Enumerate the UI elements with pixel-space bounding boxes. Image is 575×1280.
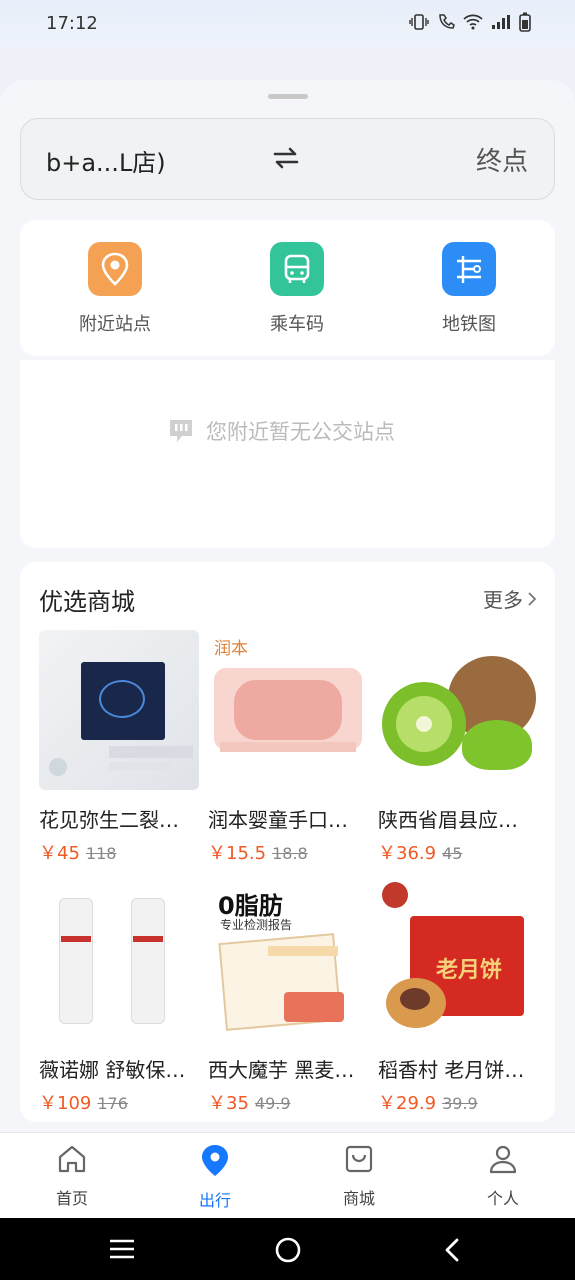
bus-icon: [270, 242, 324, 296]
quick-label: 附近站点: [79, 314, 151, 335]
product-price-row: ￥45 118: [39, 839, 199, 865]
product-original-price: 176: [97, 1094, 128, 1113]
tab-home[interactable]: 首页: [27, 1143, 117, 1209]
product-image[interactable]: 老月饼: [378, 880, 538, 1040]
location-pin-icon: [202, 1145, 228, 1176]
quick-actions-card: 附近站点 乘车码 地铁图: [20, 220, 555, 356]
product-card[interactable]: 薇诺娜 舒敏保湿特护霜 ￥109 176: [39, 880, 199, 1115]
quick-metro-map[interactable]: 地铁图: [409, 242, 529, 336]
product-price: ￥109: [39, 1093, 92, 1114]
product-name: 陕西省眉县应季猕猴桃: [378, 808, 534, 832]
product-price: ￥45: [39, 843, 80, 864]
metro-map-icon: [442, 242, 496, 296]
quick-nearby-stops[interactable]: 附近站点: [55, 242, 175, 336]
product-price: ￥36.9: [378, 843, 437, 864]
route-origin[interactable]: b+a...L店): [46, 143, 166, 178]
person-icon: [489, 1145, 517, 1174]
quick-label: 地铁图: [442, 314, 496, 335]
product-card[interactable]: 陕西省眉县应季猕猴桃 ￥36.9 45: [378, 630, 538, 865]
swap-icon[interactable]: [273, 147, 299, 173]
product-name: 润本婴童手口湿巾: [208, 808, 364, 832]
product-original-price: 39.9: [442, 1094, 478, 1113]
product-card[interactable]: 老月饼 稻香村 老月饼礼盒 ￥29.9 39.9: [378, 880, 538, 1115]
product-price: ￥35: [208, 1093, 249, 1114]
tab-label: 商城: [342, 1189, 375, 1208]
product-price: ￥15.5: [208, 843, 267, 864]
tab-label: 出行: [198, 1191, 231, 1210]
menu-icon[interactable]: [108, 1238, 136, 1260]
product-sub-text: 专业检测报告: [220, 918, 293, 932]
status-bar: 17:12: [0, 0, 575, 48]
tab-profile[interactable]: 个人: [458, 1143, 548, 1209]
route-input[interactable]: b+a...L店) 终点: [20, 118, 555, 200]
bottom-tab-bar: 首页 出行 商城 个人: [0, 1132, 575, 1218]
product-price-row: ￥15.5 18.8: [208, 839, 368, 865]
product-image[interactable]: [39, 630, 199, 790]
back-icon[interactable]: [442, 1237, 462, 1263]
product-brand-text: 润本: [214, 639, 248, 659]
battery-icon: [519, 12, 531, 32]
mall-title: 优选商城: [39, 588, 135, 616]
call-wifi-icon: [439, 14, 455, 29]
shopping-bag-icon: [345, 1145, 373, 1173]
product-name: 花见弥生二裂酵母精华面膜: [39, 808, 195, 832]
quick-ride-code[interactable]: 乘车码: [237, 242, 357, 336]
location-pin-icon: [88, 242, 142, 296]
vibrate-icon: [409, 14, 429, 30]
product-price-row: ￥109 176: [39, 1089, 199, 1115]
tab-label: 个人: [486, 1189, 519, 1208]
product-image[interactable]: [39, 880, 199, 1040]
bottom-sheet: b+a...L店) 终点 附近站点 乘车码 地铁图 您附近暂无公交站点 优选商城…: [0, 80, 575, 1132]
product-original-price: 49.9: [254, 1094, 291, 1113]
product-image[interactable]: 润本: [208, 630, 368, 790]
product-name: 薇诺娜 舒敏保湿特护霜: [39, 1058, 195, 1082]
wifi-icon: [463, 14, 483, 30]
nearby-stops-panel: 您附近暂无公交站点: [20, 360, 555, 548]
status-icons: [409, 12, 531, 32]
status-time: 17:12: [46, 13, 98, 34]
empty-text: 您附近暂无公交站点: [206, 420, 395, 444]
empty-state: 您附近暂无公交站点: [168, 416, 395, 446]
mall-section: 优选商城 更多 花见弥生二裂酵母精华面膜 ￥45 118 润本: [20, 562, 555, 1122]
product-card[interactable]: 0脂肪 专业检测报告 西大魔芋 黑麦代餐 ￥35 49.9: [208, 880, 368, 1115]
tab-travel[interactable]: 出行: [170, 1143, 260, 1211]
product-name: 稻香村 老月饼礼盒: [378, 1058, 534, 1082]
drag-handle[interactable]: [268, 94, 308, 99]
more-label: 更多: [483, 588, 523, 612]
product-card[interactable]: 花见弥生二裂酵母精华面膜 ￥45 118: [39, 630, 199, 865]
quick-label: 乘车码: [270, 314, 324, 335]
product-price-row: ￥29.9 39.9: [378, 1089, 538, 1115]
chevron-right-icon: [528, 591, 537, 606]
product-price-row: ￥36.9 45: [378, 839, 538, 865]
message-icon: [170, 420, 192, 442]
home-icon: [58, 1145, 86, 1173]
product-image[interactable]: 0脂肪 专业检测报告: [208, 880, 368, 1040]
product-price-row: ￥35 49.9: [208, 1089, 368, 1115]
signal-icon: [492, 15, 510, 29]
product-original-price: 118: [85, 844, 117, 863]
product-image[interactable]: [378, 630, 538, 790]
product-brand-text: 老月饼: [436, 958, 503, 983]
system-nav-bar: [0, 1218, 575, 1280]
product-name: 西大魔芋 黑麦代餐: [208, 1058, 364, 1082]
home-circle-icon[interactable]: [274, 1236, 302, 1264]
route-destination[interactable]: 终点: [476, 141, 528, 178]
product-card[interactable]: 润本 润本婴童手口湿巾 ￥15.5 18.8: [208, 630, 368, 865]
product-original-price: 18.8: [272, 844, 308, 863]
tab-mall[interactable]: 商城: [314, 1143, 404, 1209]
more-link[interactable]: 更多: [483, 584, 537, 613]
product-price: ￥29.9: [378, 1093, 437, 1114]
tab-label: 首页: [55, 1189, 88, 1208]
product-original-price: 45: [442, 844, 463, 863]
